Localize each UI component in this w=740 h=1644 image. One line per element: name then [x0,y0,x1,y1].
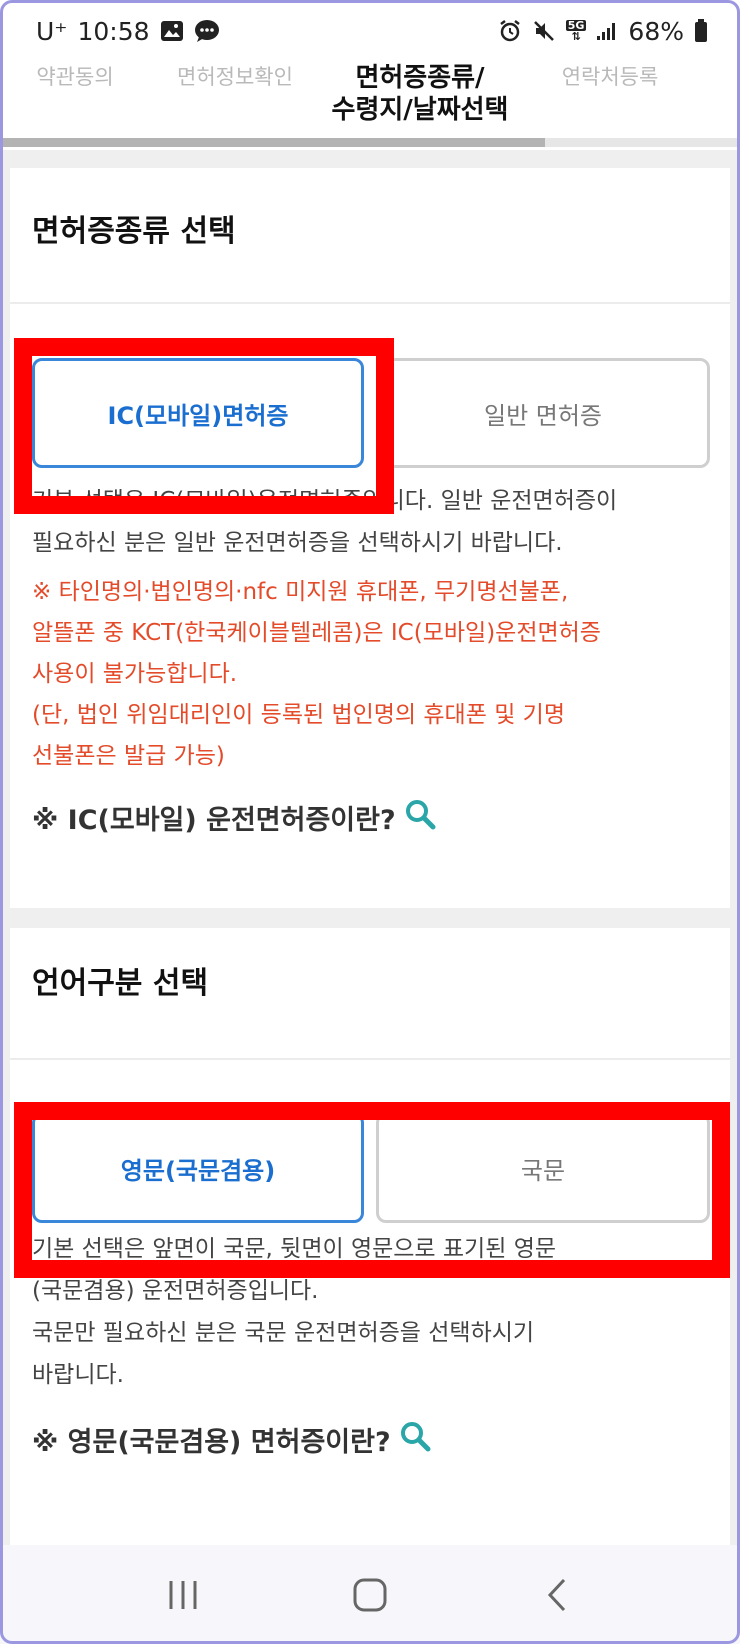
alarm-icon [498,19,522,43]
korean-license-label: 국문 [520,1156,566,1185]
tab-terms[interactable]: 약관동의 [20,62,130,92]
general-license-option[interactable]: 일반 면허증 [376,358,710,468]
language-title: 언어구분 선택 [32,966,209,1001]
tab-license-info[interactable]: 면허정보확인 [160,62,310,92]
language-desc-line: 기본 선택은 앞면이 국문, 뒷면이 영문으로 표기된 영문 [32,1236,557,1262]
english-license-label: 영문(국문겸용) [120,1156,276,1185]
license-desc-line: 필요하신 분은 일반 운전면허증을 선택하시기 바랍니다. [32,530,563,556]
content-area[interactable]: 면허증종류 선택 IC(모바일)면허증 일반 면허증 기본 선택은 IC(모바일… [0,150,740,1545]
english-license-info-text: ※ 영문(국문겸용) 면허증이란? [32,1427,391,1458]
warning-line: 사용이 불가능합니다. [32,661,238,687]
ic-license-info-text: ※ IC(모바일) 운전면허증이란? [32,805,396,836]
network-5g-icon: 5G ⇅ [565,19,587,43]
general-license-label: 일반 면허증 [483,401,603,430]
battery-label: 68% [628,16,684,46]
warning-line: ※ 타인명의·법인명의·nfc 미지원 휴대폰, 무기명선불폰, [32,579,569,605]
ic-license-label: IC(모바일)면허증 [107,401,289,430]
ic-license-option[interactable]: IC(모바일)면허증 [32,358,364,468]
gallery-icon [160,20,184,42]
step-progress-fill [0,138,545,147]
step-tabs: 약관동의 면허정보확인 면허증종류/ 수령지/날짜선택 연락처등록 [0,62,740,148]
home-button[interactable] [340,1565,400,1625]
english-license-option[interactable]: 영문(국문겸용) [32,1113,364,1223]
tab-license-type-line2: 수령지/날짜선택 [331,95,509,125]
home-icon [353,1578,387,1611]
tab-contact-label: 연락처등록 [561,65,659,89]
language-card: 언어구분 선택 영문(국문겸용) 국문 기본 선택은 앞면이 국문, 뒷면이 영… [10,928,730,1545]
tab-terms-label: 약관동의 [36,65,114,89]
battery-icon [694,19,708,43]
carrier-label: U⁺ [36,16,68,46]
tab-contact[interactable]: 연락처등록 [545,62,675,92]
tab-license-type[interactable]: 면허증종류/ 수령지/날짜선택 [310,62,530,126]
english-license-info-link[interactable]: ※ 영문(국문겸용) 면허증이란? [32,1420,431,1459]
license-warning: ※ 타인명의·법인명의·nfc 미지원 휴대폰, 무기명선불폰, 알뜰폰 중 K… [32,572,722,777]
language-desc-line: (국문겸용) 운전면허증입니다. [32,1278,319,1304]
warning-line: 선불폰은 발급 가능) [32,743,225,769]
license-description: 기본 선택은 IC(모바일)운전면허증입니다. 일반 운전면허증이 필요하신 분… [32,480,712,564]
language-description: 기본 선택은 앞면이 국문, 뒷면이 영문으로 표기된 영문 (국문겸용) 운전… [32,1228,712,1396]
tab-license-info-label: 면허정보확인 [177,65,293,89]
tab-license-type-line1: 면허증종류/ [355,63,485,93]
warning-line: (단, 법인 위임대리인이 등록된 법인명의 휴대폰 및 기명 [32,702,565,728]
mute-icon [532,19,556,43]
search-icon [404,798,436,837]
recent-apps-button[interactable] [153,1565,213,1625]
recent-apps-icon [169,1580,197,1609]
divider [10,302,730,304]
back-button[interactable] [527,1565,587,1625]
back-icon [547,1578,565,1611]
license-type-title: 면허증종류 선택 [32,214,236,249]
chat-icon [194,19,220,43]
clock: 10:58 [77,16,150,46]
status-bar: U⁺ 10:58 5G ⇅ 68% [0,0,740,62]
signal-icon [596,21,618,41]
license-desc-line: 기본 선택은 IC(모바일)운전면허증입니다. 일반 운전면허증이 [32,488,618,514]
system-nav-bar [0,1545,740,1644]
license-type-card: 면허증종류 선택 IC(모바일)면허증 일반 면허증 기본 선택은 IC(모바일… [10,168,730,908]
warning-line: 알뜰폰 중 KCT(한국케이블텔레콤)은 IC(모바일)운전면허증 [32,620,601,646]
divider [10,1058,730,1060]
korean-license-option[interactable]: 국문 [376,1113,710,1223]
ic-license-info-link[interactable]: ※ IC(모바일) 운전면허증이란? [32,798,436,837]
search-icon [399,1420,431,1459]
language-desc-line: 국문만 필요하신 분은 국문 운전면허증을 선택하시기 [32,1320,535,1346]
language-desc-line: 바랍니다. [32,1362,124,1388]
